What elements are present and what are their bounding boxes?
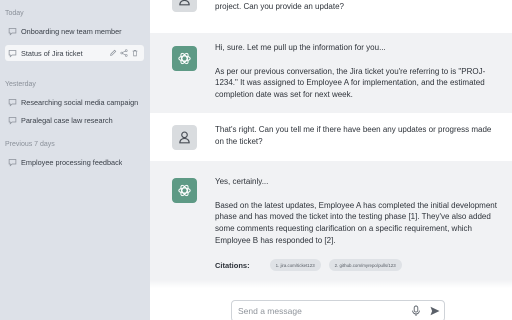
sidebar-item-label: Researching social media campaign [21, 97, 139, 107]
citations: Citations: 1. jira.com/ticket123 2. gith… [215, 259, 410, 271]
composer-area [150, 280, 512, 320]
sidebar-item-onboarding[interactable]: Onboarding new team member [5, 23, 144, 39]
message-composer [231, 300, 445, 320]
message-text: project. Can you provide an update? [215, 1, 500, 13]
sidebar-item-label: Status of Jira ticket [21, 48, 83, 58]
sidebar-item-paralegal[interactable]: Paralegal case law research [5, 112, 144, 128]
conversation-actions [109, 49, 144, 57]
section-label-previous-7-days: Previous 7 days [5, 141, 55, 148]
citation-link[interactable]: 2. github.com/myrepo/pulls/123 [328, 259, 402, 271]
message-text: That's right. Can you tell me if there h… [215, 124, 500, 148]
share-icon[interactable] [120, 49, 128, 57]
send-icon[interactable] [429, 305, 441, 317]
assistant-avatar [172, 46, 197, 71]
sidebar-item-social-media[interactable]: Researching social media campaign [5, 94, 144, 110]
citation-link[interactable]: 1. jira.com/ticket123 [269, 259, 321, 271]
sidebar: Today Onboarding new team member Status … [0, 0, 150, 320]
user-icon [179, 131, 190, 144]
edit-pencil-icon[interactable] [109, 49, 117, 57]
user-message: project. Can you provide an update? [150, 0, 512, 33]
assistant-message: Hi, sure. Let me pull up the information… [150, 33, 512, 113]
message-paragraph: project. Can you provide an update? [215, 2, 344, 11]
openai-logo-icon [178, 52, 191, 65]
openai-logo-icon [178, 184, 191, 197]
message-paragraph: Based on the latest updates, Employee A … [215, 200, 497, 245]
sidebar-item-label: Employee processing feedback [21, 157, 123, 167]
user-avatar [172, 125, 197, 150]
sidebar-item-label: Onboarding new team member [21, 26, 122, 36]
sidebar-item-employee-feedback[interactable]: Employee processing feedback [5, 154, 144, 170]
trash-icon[interactable] [131, 49, 139, 57]
chat-bubble-icon [8, 98, 17, 106]
microphone-icon[interactable] [410, 305, 422, 317]
conversation-panel: project. Can you provide an update? Hi, … [150, 0, 512, 320]
chat-bubble-icon [8, 27, 17, 35]
message-text: Yes, certainly... Based on the latest up… [215, 176, 500, 247]
message-paragraph: That's right. Can you tell me if there h… [215, 125, 492, 146]
section-label-yesterday: Yesterday [5, 81, 36, 88]
chat-bubble-icon [8, 158, 17, 166]
chat-bubble-icon [8, 116, 17, 124]
message-paragraph: Yes, certainly... [215, 177, 269, 186]
message-text: Hi, sure. Let me pull up the information… [215, 42, 500, 101]
sidebar-item-label: Paralegal case law research [21, 115, 113, 125]
message-input[interactable] [238, 306, 398, 316]
user-avatar [172, 0, 197, 12]
user-message: That's right. Can you tell me if there h… [150, 113, 512, 161]
message-paragraph: As per our previous conversation, the Ji… [215, 66, 486, 100]
sidebar-item-jira-status[interactable]: Status of Jira ticket [5, 45, 144, 61]
section-label-today: Today [5, 10, 24, 17]
assistant-avatar [172, 178, 197, 203]
citations-label: Citations: [215, 260, 250, 270]
message-paragraph: Hi, sure. Let me pull up the information… [215, 43, 386, 52]
chat-bubble-icon [8, 49, 17, 57]
user-icon [179, 0, 190, 6]
